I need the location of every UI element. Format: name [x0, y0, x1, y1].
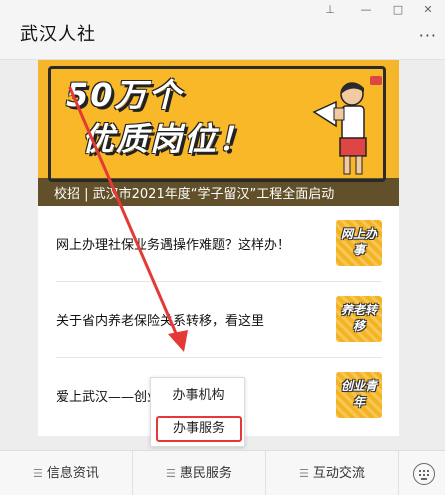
minimize-icon[interactable]: — — [358, 3, 374, 16]
popup-menu: 办事机构 办事服务 — [150, 377, 245, 447]
banner-caption: 校招 | 武汉市2021年度“学子留汉”工程全面启动 — [54, 187, 335, 202]
app-title: 武汉人社 — [20, 24, 96, 45]
banner-headline: 50万个 — [66, 76, 183, 114]
list-item[interactable]: 关于省内养老保险关系转移，看这里 养老转移 — [56, 282, 382, 358]
bottom-menu-bar: ☰ 信息资讯 ☰ 惠民服务 ☰ 互动交流 — [0, 450, 445, 495]
menu-item-services[interactable]: 办事服务 — [156, 416, 242, 442]
close-icon[interactable]: ✕ — [420, 3, 436, 16]
keyboard-icon[interactable] — [413, 463, 435, 485]
list-item-thumbnail: 网上办事 — [336, 220, 382, 266]
title-bar: 武汉人社 ⊥ — □ ✕ ··· — [0, 0, 445, 60]
tab-interaction[interactable]: ☰ 互动交流 — [266, 451, 399, 495]
tab-services[interactable]: ☰ 惠民服务 — [133, 451, 266, 495]
menu-item-offices[interactable]: 办事机构 — [151, 382, 246, 410]
tab-info[interactable]: ☰ 信息资讯 — [0, 451, 133, 495]
more-menu-icon[interactable]: ··· — [419, 26, 437, 45]
megaphone-person-illustration — [312, 76, 382, 175]
maximize-icon[interactable]: □ — [390, 3, 406, 16]
list-item-title: 关于省内养老保险关系转移，看这里 — [56, 314, 265, 329]
pin-icon[interactable]: ⊥ — [322, 3, 338, 16]
banner-caption-bar: 校招 | 武汉市2021年度“学子留汉”工程全面启动 — [38, 178, 399, 206]
menu-lines-icon: ☰ — [33, 467, 43, 480]
list-item-thumbnail: 养老转移 — [336, 296, 382, 342]
banner[interactable]: 50万个 优质岗位！ 校招 | 武汉市2021年度“学子留汉”工程全面启动 — [38, 60, 399, 206]
list-item-thumbnail: 创业青年 — [336, 372, 382, 418]
menu-lines-icon: ☰ — [299, 467, 309, 480]
menu-lines-icon: ☰ — [166, 467, 176, 480]
list-item-title: 网上办理社保业务遇操作难题？这样办！ — [56, 238, 291, 253]
banner-subheadline: 优质岗位！ — [82, 120, 253, 158]
list-item[interactable]: 网上办理社保业务遇操作难题？这样办！ 网上办事 — [56, 206, 382, 282]
